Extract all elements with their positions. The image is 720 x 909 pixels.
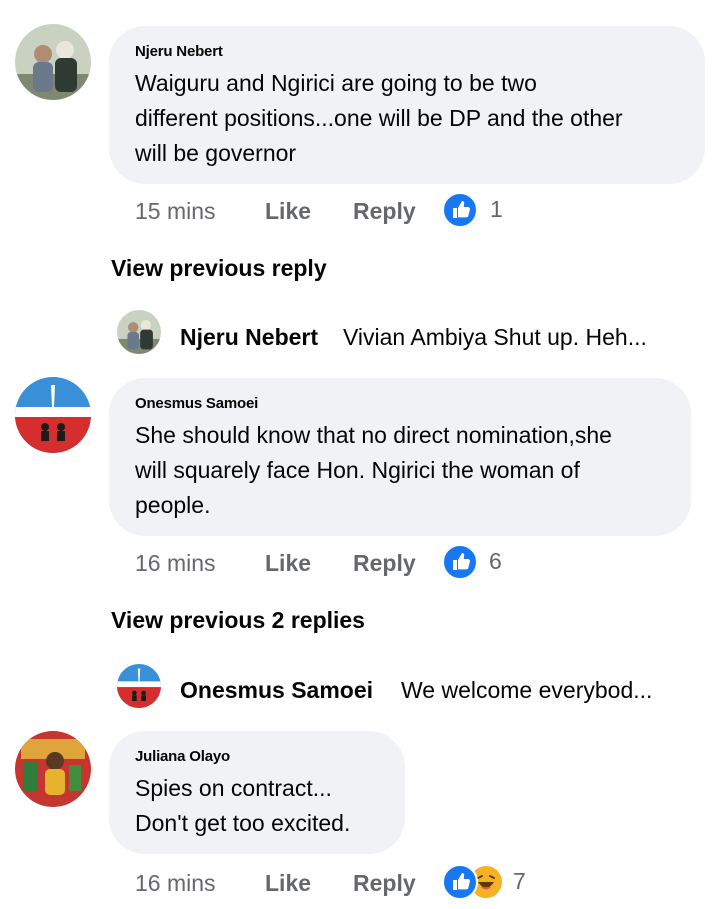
like-button[interactable]: Like — [265, 198, 311, 225]
avatar-photo — [15, 731, 91, 807]
avatar-onesmus-samoei[interactable] — [15, 377, 91, 453]
comment-timestamp[interactable]: 16 mins — [135, 870, 216, 897]
comment-text-line: She should know that no direct nominatio… — [135, 422, 612, 448]
comment-timestamp[interactable]: 16 mins — [135, 550, 216, 577]
reply-author[interactable]: Onesmus Samoei — [180, 677, 373, 704]
reaction-count[interactable]: 6 — [489, 548, 502, 575]
comment-author[interactable]: Njeru Nebert — [135, 43, 223, 60]
comment-bubble: Njeru Nebert Waiguru and Ngirici are goi… — [109, 26, 705, 184]
avatar-photo — [117, 310, 161, 354]
like-button[interactable]: Like — [265, 550, 311, 577]
thumbs-up-icon — [442, 864, 478, 900]
comment-text: She should know that no direct nominatio… — [135, 418, 612, 523]
comment-meta: 16 mins Like Reply 7 — [135, 864, 555, 904]
comment-text-line: different positions...one will be DP and… — [135, 105, 623, 131]
reply-snippet: Vivian Ambiya Shut up. Heh... — [343, 324, 647, 350]
avatar-photo — [117, 664, 161, 708]
reply-snippet: We welcome everybod... — [401, 677, 653, 703]
comment-text-line: will squarely face Hon. Ngirici the woma… — [135, 457, 580, 483]
comment-author[interactable]: Onesmus Samoei — [135, 395, 258, 412]
reaction-count[interactable]: 7 — [513, 868, 526, 895]
comment-meta: 16 mins Like Reply 6 — [135, 544, 535, 584]
like-button[interactable]: Like — [265, 870, 311, 897]
view-previous-replies-link[interactable]: View previous 2 replies — [111, 607, 365, 634]
avatar-juliana-olayo[interactable] — [15, 731, 91, 807]
reply-preview[interactable]: Onesmus Samoei We welcome everybod... — [117, 664, 697, 710]
reply-preview[interactable]: Njeru Nebert Vivian Ambiya Shut up. Heh.… — [117, 310, 697, 356]
comment-text-line: Don't get too excited. — [135, 810, 351, 836]
avatar-njeru-nebert-small[interactable] — [117, 310, 161, 354]
comment-text-line: Waiguru and Ngirici are going to be two — [135, 70, 537, 96]
reply-button[interactable]: Reply — [353, 870, 416, 897]
reply-button[interactable]: Reply — [353, 198, 416, 225]
reply-button[interactable]: Reply — [353, 550, 416, 577]
avatar-onesmus-samoei-small[interactable] — [117, 664, 161, 708]
thumbs-up-icon — [442, 192, 478, 228]
avatar-njeru-nebert[interactable] — [15, 24, 91, 100]
thumbs-up-icon — [442, 544, 478, 580]
comment-text-line: Spies on contract... — [135, 775, 332, 801]
avatar-photo — [15, 377, 91, 453]
comment-text-line: people. — [135, 492, 211, 518]
comment-bubble: Juliana Olayo Spies on contract... Don't… — [109, 731, 405, 854]
comment-author[interactable]: Juliana Olayo — [135, 748, 230, 765]
reply-author[interactable]: Njeru Nebert — [180, 324, 318, 351]
reaction-count[interactable]: 1 — [490, 196, 503, 223]
comment-meta: 15 mins Like Reply 1 — [135, 192, 535, 232]
comment-text: Spies on contract... Don't get too excit… — [135, 771, 350, 841]
comment-bubble: Onesmus Samoei She should know that no d… — [109, 378, 691, 536]
avatar-photo — [15, 24, 91, 100]
comment-timestamp[interactable]: 15 mins — [135, 198, 216, 225]
comment-text: Waiguru and Ngirici are going to be two … — [135, 66, 623, 171]
comment-text-line: will be governor — [135, 140, 297, 166]
view-previous-replies-link[interactable]: View previous reply — [111, 255, 327, 282]
